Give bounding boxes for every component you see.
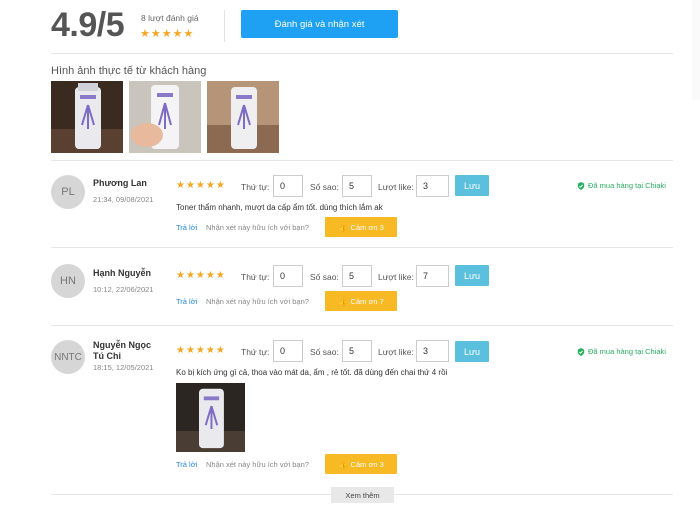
average-score: 4.9/5 xyxy=(51,6,125,44)
save-button[interactable]: Lưu xyxy=(455,265,489,286)
order-label: Thứ tự: xyxy=(241,182,270,192)
helpful-prompt: Nhận xét này hữu ích với bạn? xyxy=(206,297,309,306)
thanks-label: Cảm ơn 3 xyxy=(350,222,384,232)
reply-link[interactable]: Trả lời xyxy=(176,297,197,306)
review-photo[interactable] xyxy=(176,383,245,452)
header-separator xyxy=(51,53,673,54)
write-review-button[interactable]: Đánh giá và nhận xét xyxy=(241,10,398,38)
average-stars: ★★★★★ xyxy=(140,28,195,40)
thumbs-up-icon: 👍 xyxy=(338,459,348,469)
likes-label: Lượt like: xyxy=(378,272,414,282)
avatar: PL xyxy=(51,175,85,209)
order-label: Thứ tự: xyxy=(241,272,270,282)
reply-link[interactable]: Trả lời xyxy=(176,460,197,469)
review-separator xyxy=(51,325,673,326)
photos-separator xyxy=(51,160,673,161)
scrollbar[interactable] xyxy=(692,0,700,100)
likes-label: Lượt like: xyxy=(378,347,414,357)
likes-input[interactable]: 3 xyxy=(416,175,449,197)
likes-input[interactable]: 3 xyxy=(416,340,449,362)
helpful-prompt: Nhận xét này hữu ích với bạn? xyxy=(206,460,309,469)
thanks-label: Cảm ơn 7 xyxy=(350,296,384,306)
verified-purchase-text: Đã mua hàng tại Chiaki xyxy=(588,347,666,356)
verified-purchase-badge: Đã mua hàng tại Chiaki xyxy=(577,181,666,190)
customer-photo-2[interactable] xyxy=(129,81,201,153)
thanks-button[interactable]: 👍 Cảm ơn 3 xyxy=(325,454,397,474)
helpful-prompt: Nhận xét này hữu ích với bạn? xyxy=(206,223,309,232)
review-stars: ★★★★★ xyxy=(176,180,226,191)
stars-label: Số sao: xyxy=(310,272,339,282)
order-input[interactable]: 0 xyxy=(273,175,303,197)
reviewer-name: Hạnh Nguyễn xyxy=(93,268,152,278)
review-comment: Toner thẩm nhanh, mượt da cấp ẩm tốt. dù… xyxy=(176,203,383,212)
verified-purchase-badge: Đã mua hàng tại Chiaki xyxy=(577,347,666,356)
stars-label: Số sao: xyxy=(310,182,339,192)
stars-input[interactable]: 5 xyxy=(342,340,372,362)
review-date: 21:34, 09/08/2021 xyxy=(93,195,154,204)
review-separator xyxy=(51,247,673,248)
review-date: 18:15, 12/05/2021 xyxy=(93,363,154,372)
thanks-label: Cảm ơn 3 xyxy=(350,459,384,469)
save-button[interactable]: Lưu xyxy=(455,175,489,196)
save-button[interactable]: Lưu xyxy=(455,341,489,362)
customer-photos-title: Hình ảnh thực tế từ khách hàng xyxy=(51,65,207,77)
header-divider xyxy=(224,10,225,42)
likes-label: Lượt like: xyxy=(378,182,414,192)
stars-label: Số sao: xyxy=(310,347,339,357)
thanks-button[interactable]: 👍 Cảm ơn 3 xyxy=(325,217,397,237)
avatar: HN xyxy=(51,264,85,298)
reply-link[interactable]: Trả lời xyxy=(176,223,197,232)
order-input[interactable]: 0 xyxy=(273,340,303,362)
likes-input[interactable]: 7 xyxy=(416,265,449,287)
order-input[interactable]: 0 xyxy=(273,265,303,287)
stars-input[interactable]: 5 xyxy=(342,265,372,287)
thanks-button[interactable]: 👍 Cảm ơn 7 xyxy=(325,291,397,311)
customer-photo-3[interactable] xyxy=(207,81,279,153)
customer-photo-1[interactable] xyxy=(51,81,123,153)
review-count: 8 lượt đánh giá xyxy=(141,13,199,23)
review-stars: ★★★★★ xyxy=(176,345,226,356)
verified-purchase-text: Đã mua hàng tại Chiaki xyxy=(588,181,666,190)
stars-input[interactable]: 5 xyxy=(342,175,372,197)
review-comment: Ko bị kích ứng gì cả, thoa vào mát da, ẩ… xyxy=(176,368,448,377)
reviewer-name: Phương Lan xyxy=(93,178,147,188)
shield-check-icon xyxy=(577,347,585,356)
avatar: NNTC xyxy=(51,340,85,374)
review-date: 10:12, 22/06/2021 xyxy=(93,285,154,294)
order-label: Thứ tự: xyxy=(241,347,270,357)
reviewer-name-line1: Nguyễn Ngọc xyxy=(93,340,152,350)
review-stars: ★★★★★ xyxy=(176,270,226,281)
thumbs-up-icon: 👍 xyxy=(338,222,348,232)
reviewer-name-line2: Tú Chi xyxy=(93,351,121,361)
thumbs-up-icon: 👍 xyxy=(338,296,348,306)
shield-check-icon xyxy=(577,181,585,190)
see-more-button[interactable]: Xem thêm xyxy=(331,487,394,503)
